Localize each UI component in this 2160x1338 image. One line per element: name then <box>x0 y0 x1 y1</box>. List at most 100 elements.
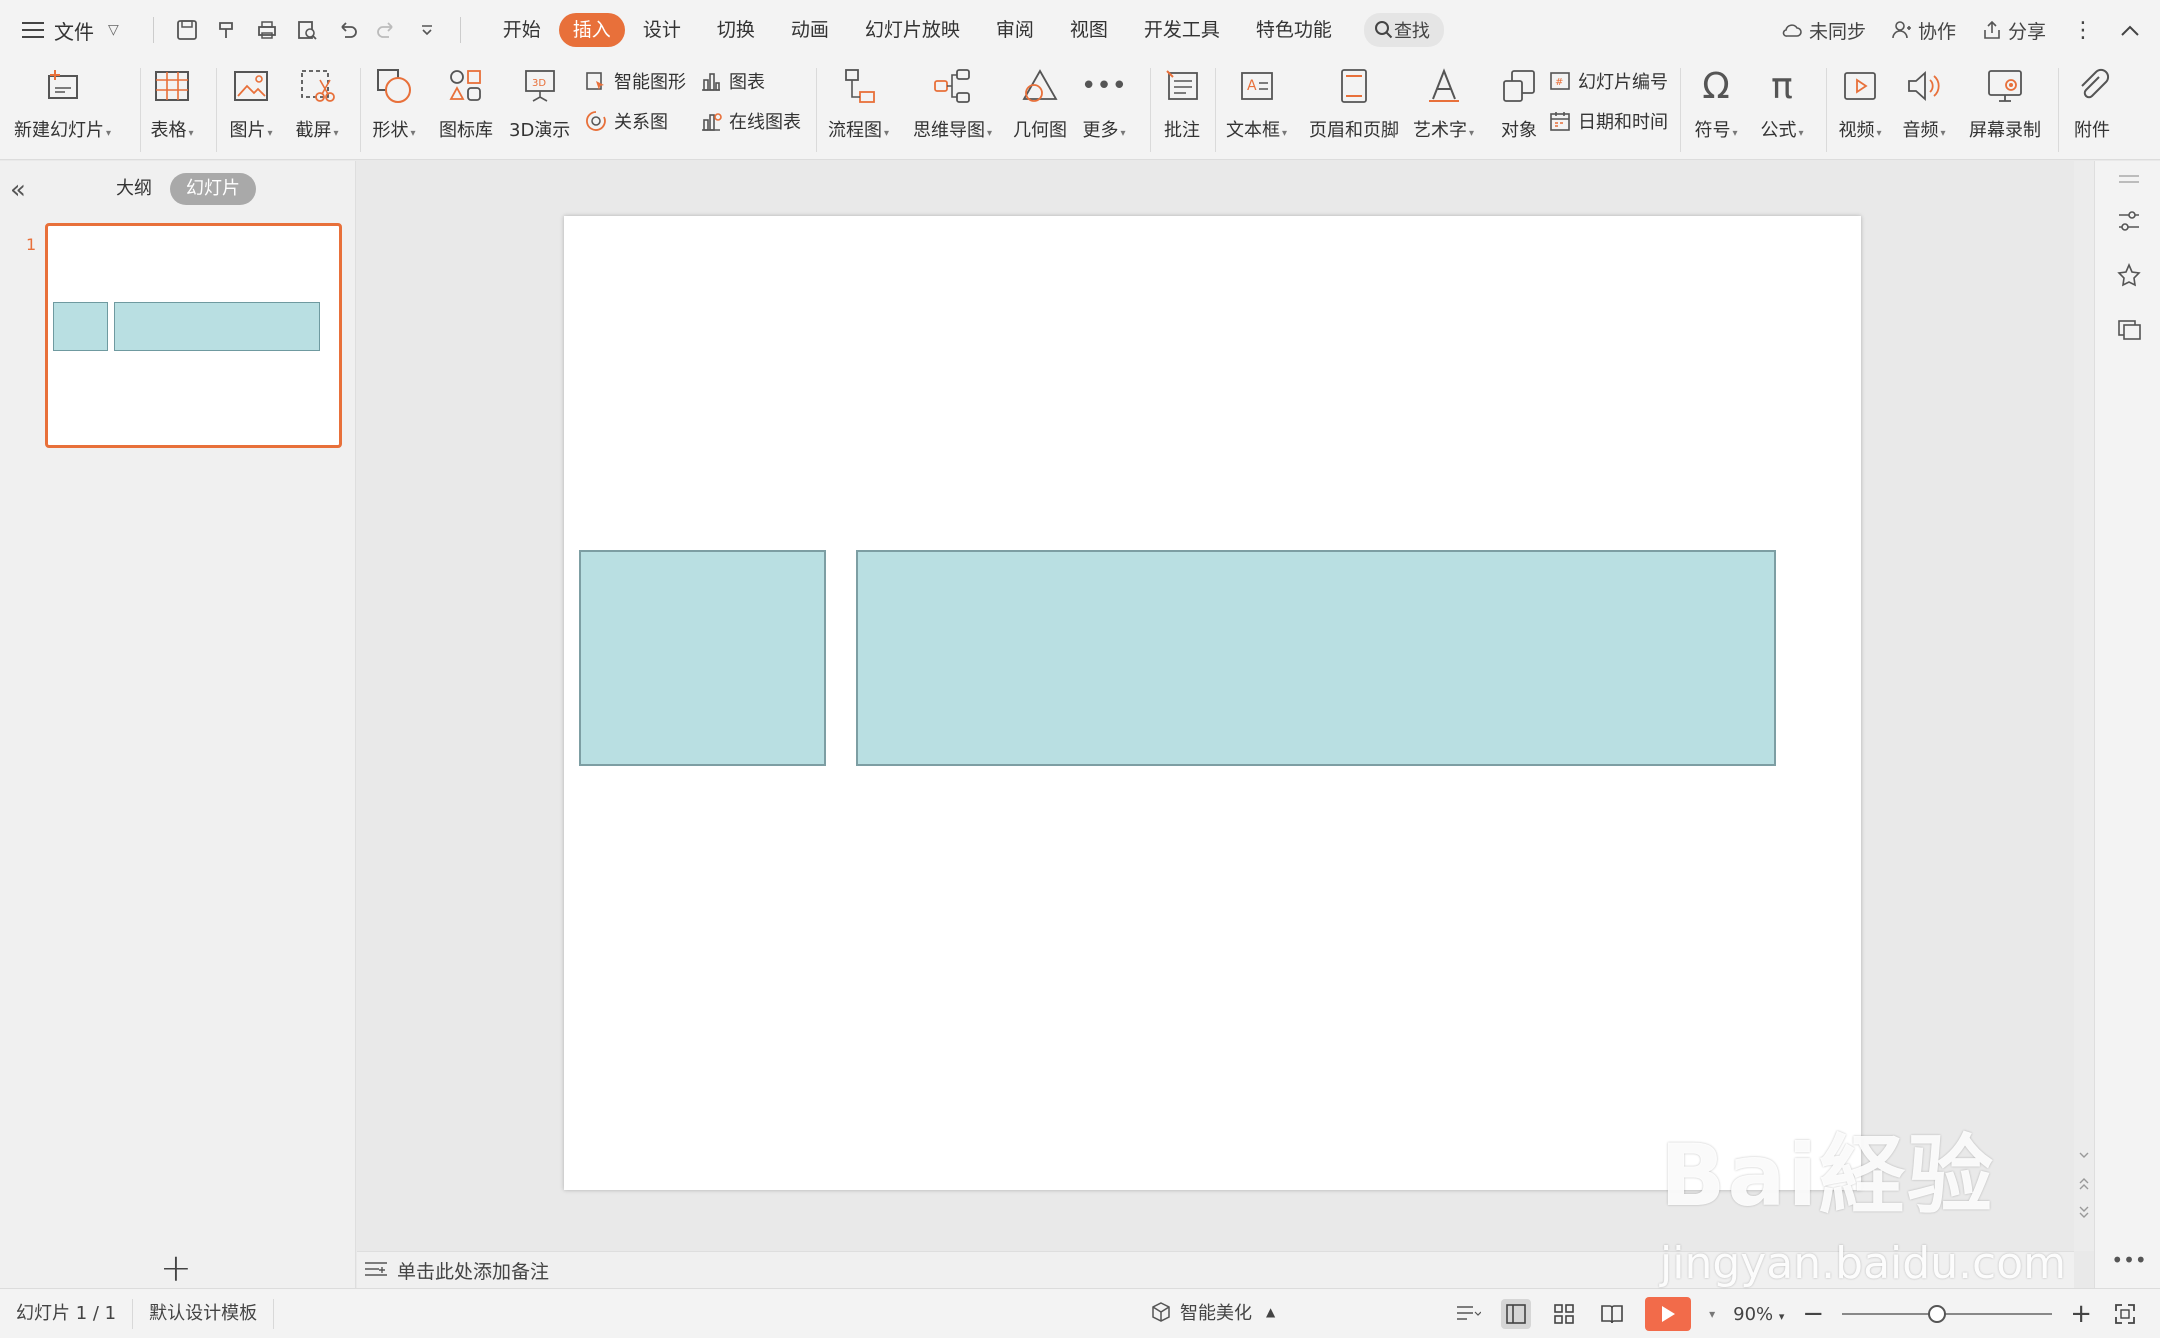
vertical-scrollbar[interactable] <box>2074 161 2094 1251</box>
online-chart-button[interactable]: 在线图表 <box>699 108 801 134</box>
collapse-ribbon-icon[interactable] <box>2120 23 2140 37</box>
template-name[interactable]: 默认设计模板 <box>133 1298 275 1329</box>
smart-shape-button[interactable]: 智能图形 <box>584 68 686 94</box>
star-icon[interactable] <box>2115 261 2143 289</box>
smart-beautify-button[interactable]: 智能美化 ▲ <box>1150 1299 1275 1325</box>
zoom-out-icon[interactable]: − <box>1802 1299 1824 1329</box>
formula-button[interactable]: π 公式 ▾ <box>1760 60 1804 160</box>
new-slide-button[interactable]: 新建幻灯片 ▾ <box>14 60 111 160</box>
zoom-level[interactable]: 90% ▾ <box>1733 1304 1784 1325</box>
zoom-slider[interactable] <box>1842 1305 2053 1323</box>
play-slideshow-button[interactable] <box>1645 1297 1692 1331</box>
video-button[interactable]: 视频 ▾ <box>1838 60 1882 160</box>
screenshot-button[interactable]: 截屏 ▾ <box>295 60 339 160</box>
header-footer-button[interactable]: 页眉和页脚 <box>1309 60 1399 160</box>
attachment-button[interactable]: 附件 <box>2070 60 2114 160</box>
flowchart-icon <box>837 64 881 108</box>
omega-icon: Ω <box>1702 65 1730 107</box>
divider <box>216 68 217 152</box>
tab-transition[interactable]: 切换 <box>699 13 773 47</box>
play-options-chevron-icon[interactable]: ▾ <box>1709 1307 1715 1321</box>
more-button[interactable]: ••• 更多 ▾ <box>1081 60 1127 160</box>
divider <box>1215 68 1216 152</box>
divider <box>360 68 361 152</box>
table-button[interactable]: 表格 ▾ <box>150 60 194 160</box>
tab-special[interactable]: 特色功能 <box>1238 13 1350 47</box>
slide-sorter-icon[interactable] <box>1549 1299 1579 1329</box>
search-box[interactable]: 查找 <box>1363 13 1444 47</box>
tab-home[interactable]: 开始 <box>485 13 559 47</box>
relation-label: 关系图 <box>614 112 668 133</box>
tab-review[interactable]: 审阅 <box>978 13 1052 47</box>
symbol-button[interactable]: Ω 符号 ▾ <box>1694 60 1738 160</box>
flowchart-button[interactable]: 流程图 ▾ <box>828 60 889 160</box>
undo-icon[interactable] <box>334 17 360 43</box>
slide[interactable] <box>564 216 1861 1190</box>
sync-button[interactable]: 未同步 <box>1781 17 1866 44</box>
save-icon[interactable] <box>174 17 200 43</box>
datetime-button[interactable]: 日期和时间 <box>1548 108 1668 134</box>
slide-counter: 幻灯片 1 / 1 <box>0 1298 134 1329</box>
tab-slides[interactable]: 幻灯片 <box>170 173 256 205</box>
reading-view-icon[interactable] <box>1597 1299 1627 1329</box>
status-bar: 幻灯片 1 / 1 默认设计模板 智能美化 ▲ ▾ 90% ▾ − + <box>0 1288 2160 1338</box>
tab-design[interactable]: 设计 <box>625 13 699 47</box>
more-options-icon[interactable]: ⋮ <box>2072 18 2094 43</box>
zoom-in-icon[interactable]: + <box>2070 1299 2092 1329</box>
notes-toggle-icon[interactable] <box>1453 1299 1483 1329</box>
tab-insert[interactable]: 插入 <box>558 13 625 47</box>
tab-animation[interactable]: 动画 <box>773 13 847 47</box>
picture-button[interactable]: 图片 ▾ <box>229 60 273 160</box>
divider <box>140 68 141 152</box>
icon-library-label: 图标库 <box>439 120 493 141</box>
calendar-icon <box>1550 112 1570 131</box>
fit-window-icon[interactable] <box>2110 1299 2140 1329</box>
comment-button[interactable]: 批注 <box>1160 60 1204 160</box>
mindmap-button[interactable]: 思维导图 ▾ <box>913 60 992 160</box>
relation-icon <box>586 111 606 131</box>
tab-outline[interactable]: 大纲 <box>100 173 168 205</box>
slide-panel: « 大纲 幻灯片 1 + <box>0 161 356 1290</box>
slide-transition-icon[interactable] <box>2115 315 2143 343</box>
relation-chart-button[interactable]: 关系图 <box>584 108 668 134</box>
slide-thumbnail[interactable] <box>45 223 342 448</box>
slide-number-button[interactable]: # 幻灯片编号 <box>1548 68 1668 94</box>
screen-record-button[interactable]: 屏幕录制 <box>1969 60 2041 160</box>
thumbnail-shape-small <box>53 302 108 351</box>
shape-button[interactable]: 形状 ▾ <box>372 60 416 160</box>
wordart-button[interactable]: 艺术字 ▾ <box>1413 60 1474 160</box>
rectangle-shape-large[interactable] <box>856 550 1776 766</box>
svg-text:#: # <box>1555 77 1563 88</box>
file-menu[interactable]: 文件 ▽ <box>22 16 119 45</box>
notes-icon <box>365 1262 387 1276</box>
3d-demo-button[interactable]: 3D 3D演示 <box>509 60 570 160</box>
normal-view-icon[interactable] <box>1501 1299 1532 1329</box>
redo-icon[interactable] <box>374 17 400 43</box>
audio-button[interactable]: 音频 ▾ <box>1902 60 1946 160</box>
chart-button[interactable]: 图表 <box>699 68 765 94</box>
print-icon[interactable] <box>254 17 280 43</box>
object-button[interactable]: 对象 <box>1497 60 1541 160</box>
tab-view[interactable]: 视图 <box>1052 13 1126 47</box>
collapse-panel-icon[interactable]: « <box>10 175 26 205</box>
ribbon-insert: 新建幻灯片 ▾ 表格 ▾ 图片 ▾ 截屏 ▾ 形状 ▾ 图标库 3D 3D演示 … <box>0 60 2160 160</box>
textbox-button[interactable]: A 文本框 ▾ <box>1226 60 1287 160</box>
rectangle-shape-small[interactable] <box>579 550 826 766</box>
zoom-slider-knob[interactable] <box>1928 1305 1947 1323</box>
more-dots-icon[interactable]: ••• <box>2111 1246 2146 1274</box>
shape-icon <box>372 64 416 108</box>
share-button[interactable]: 分享 <box>1982 17 2046 44</box>
print-preview-icon[interactable] <box>294 17 320 43</box>
scroll-arrows-icon <box>2079 1152 2089 1218</box>
tab-slideshow[interactable]: 幻灯片放映 <box>847 13 978 47</box>
customize-toolbar-icon[interactable] <box>414 17 440 43</box>
icon-library-button[interactable]: 图标库 <box>439 60 493 160</box>
collab-button[interactable]: 协作 <box>1892 17 1956 44</box>
properties-icon[interactable] <box>2115 207 2143 235</box>
format-painter-icon[interactable] <box>214 17 240 43</box>
tab-developer[interactable]: 开发工具 <box>1126 13 1238 47</box>
geometry-button[interactable]: 几何图 <box>1013 60 1067 160</box>
textbox-label: 文本框 <box>1226 120 1280 141</box>
add-slide-icon[interactable]: + <box>160 1246 192 1290</box>
new-slide-icon <box>41 64 85 108</box>
